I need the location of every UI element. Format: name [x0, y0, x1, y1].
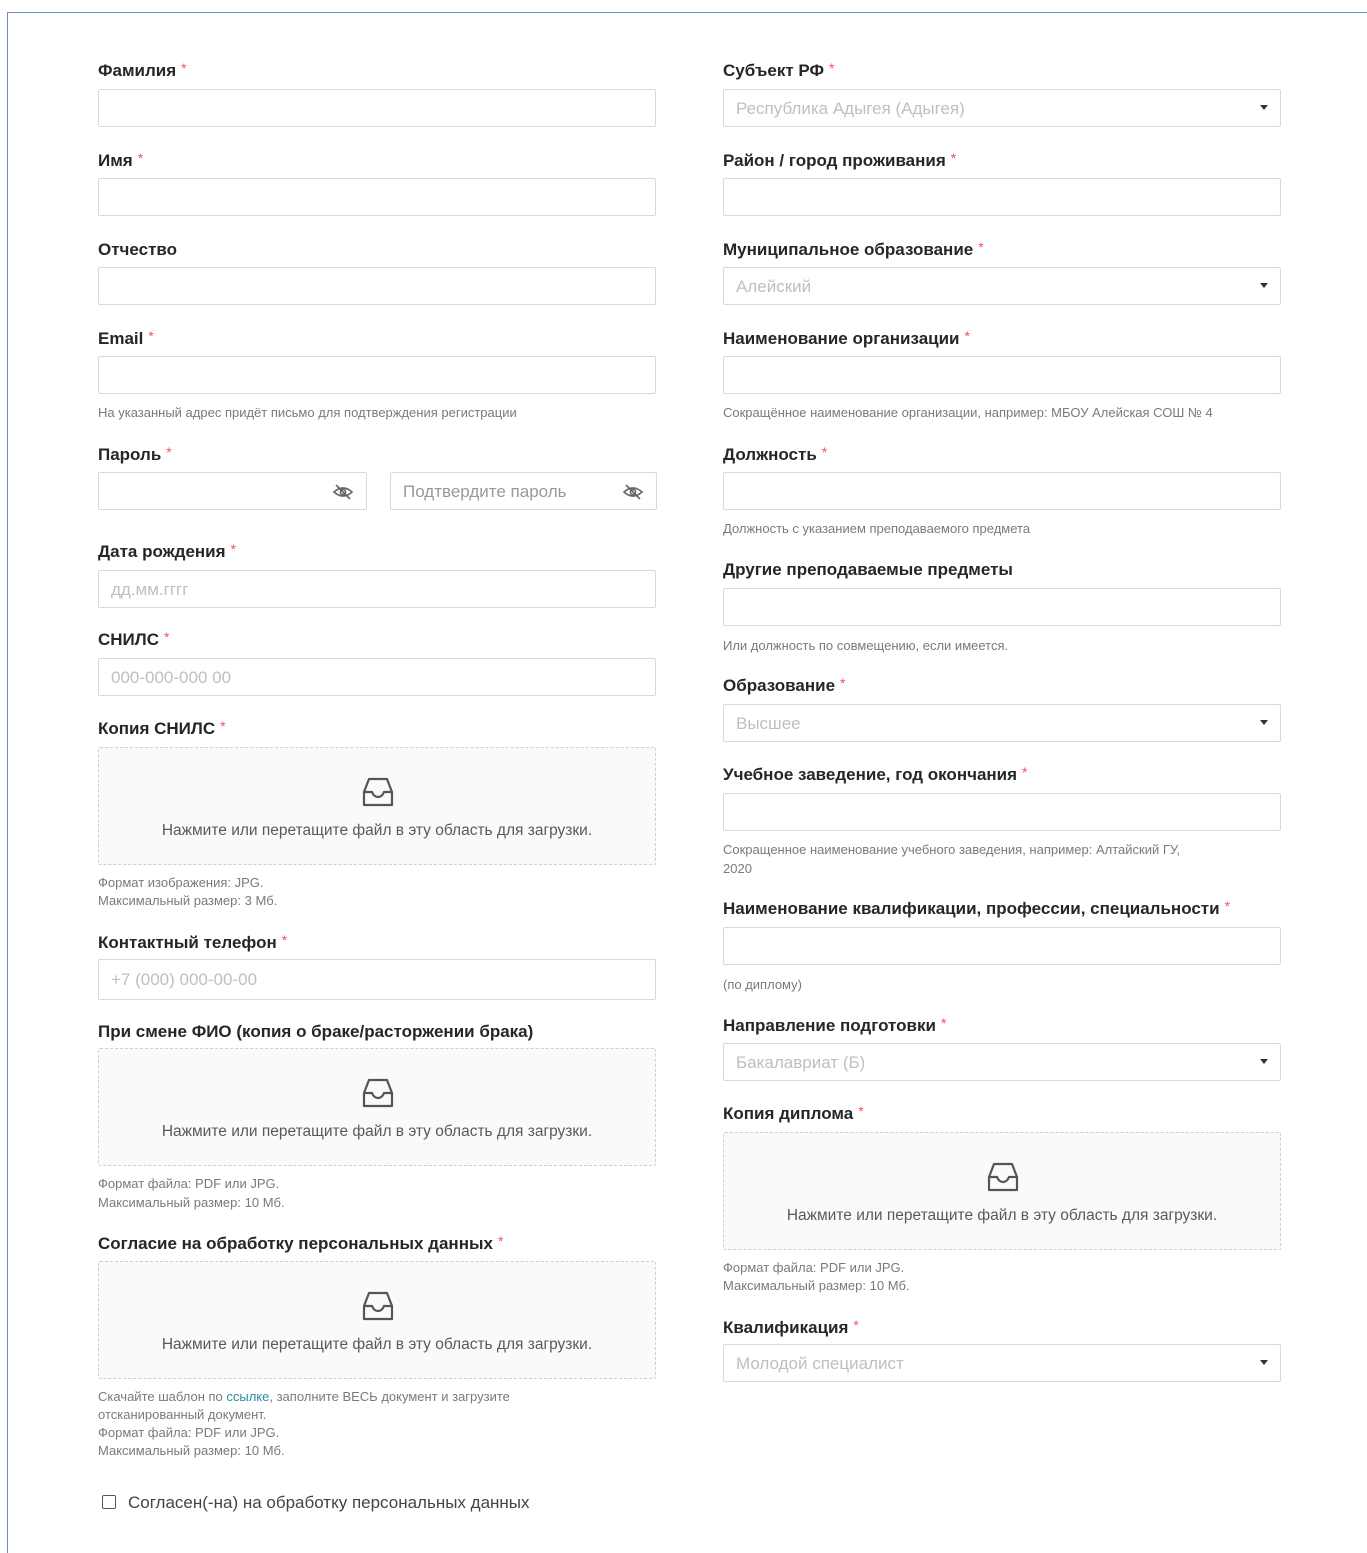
consent-checkbox-label[interactable]: Согласен(-на) на обработку персональных … [128, 1493, 530, 1513]
position-label: Должность * [723, 444, 828, 464]
snils-copy-label: Копия СНИЛС * [98, 718, 226, 738]
region-label: Субъект РФ * [723, 60, 835, 80]
snils-copy-help-format: Формат изображения: JPG. [98, 875, 264, 890]
other-subjects-label: Другие преподаваемые предметы [723, 560, 1013, 579]
name-change-upload[interactable]: Нажмите или перетащите файл в эту област… [98, 1048, 656, 1166]
inbox-icon [987, 1162, 1019, 1192]
region-select[interactable]: Республика Адыгея (Адыгея) [723, 89, 1281, 127]
qualification-label: Квалификация * [723, 1317, 859, 1337]
name-change-help-format: Формат файла: PDF или JPG. [98, 1176, 280, 1191]
institution-label: Учебное заведение, год окончания * [723, 764, 1028, 784]
other-subjects-input[interactable] [723, 588, 1281, 626]
institution-help: Сокращенное наименование учебного заведе… [723, 842, 1181, 857]
upload-hint: Нажмите или перетащите файл в эту област… [161, 1123, 593, 1140]
direction-select[interactable]: Бакалавриат (Б) [723, 1043, 1281, 1081]
qualification-name-label: Наименование квалификации, профессии, сп… [723, 898, 1231, 918]
district-label: Район / город проживания * [723, 150, 957, 170]
name-input[interactable] [98, 178, 656, 216]
patronymic-label: Отчество [98, 240, 178, 259]
email-label: Email * [98, 328, 154, 348]
birthdate-label: Дата рождения * [98, 541, 237, 561]
inbox-icon [362, 777, 394, 807]
municipality-select[interactable]: Алейский [723, 267, 1281, 305]
position-help: Должность с указанием преподаваемого пре… [723, 521, 1031, 536]
upload-hint: Нажмите или перетащите файл в эту област… [161, 822, 593, 839]
qualification-select[interactable]: Молодой специалист [723, 1344, 1281, 1382]
caret-down-icon [1260, 1059, 1268, 1064]
caret-down-icon [1260, 720, 1268, 725]
phone-input[interactable]: +7 (000) 000-00-00 [98, 959, 656, 1000]
caret-down-icon [1260, 1360, 1268, 1365]
upload-hint: Нажмите или перетащите файл в эту област… [161, 1336, 593, 1353]
org-help: Сокращённое наименование организации, на… [723, 405, 1213, 420]
upload-hint: Нажмите или перетащите файл в эту област… [786, 1207, 1218, 1224]
eye-invisible-icon[interactable] [622, 483, 644, 501]
institution-help-year: 2020 [723, 861, 752, 876]
eye-invisible-icon[interactable] [332, 483, 354, 501]
diploma-help-format: Формат файла: PDF или JPG. [723, 1260, 905, 1275]
education-select[interactable]: Высшее [723, 704, 1281, 742]
consent-label: Согласие на обработку персональных данны… [98, 1233, 504, 1253]
consent-checkbox[interactable] [102, 1495, 116, 1509]
other-subjects-help: Или должность по совмещению, если имеетс… [723, 638, 1009, 653]
consent-help-size: Максимальный размер: 10 Мб. [98, 1443, 285, 1458]
patronymic-input[interactable] [98, 267, 656, 305]
consent-help-format: Формат файла: PDF или JPG. [98, 1425, 280, 1440]
direction-label: Направление подготовки * [723, 1015, 947, 1035]
email-input[interactable] [98, 356, 656, 394]
diploma-upload[interactable]: Нажмите или перетащите файл в эту област… [723, 1132, 1281, 1250]
caret-down-icon [1260, 283, 1268, 288]
surname-input[interactable] [98, 89, 656, 127]
surname-label: Фамилия * [98, 60, 187, 80]
snils-copy-help-size: Максимальный размер: 3 Мб. [98, 893, 278, 908]
inbox-icon [362, 1078, 394, 1108]
password-label: Пароль * [98, 444, 172, 464]
diploma-help-size: Максимальный размер: 10 Мб. [723, 1278, 910, 1293]
consent-upload[interactable]: Нажмите или перетащите файл в эту област… [98, 1261, 656, 1379]
phone-label: Контактный телефон * [98, 932, 288, 952]
education-label: Образование * [723, 675, 846, 695]
qualification-name-input[interactable] [723, 927, 1281, 965]
snils-label: СНИЛС * [98, 629, 170, 649]
name-change-label: При смене ФИО (копия о браке/расторжении… [98, 1022, 534, 1041]
consent-help-template: Скачайте шаблон по ссылке, заполните ВЕС… [98, 1389, 510, 1404]
snils-copy-upload[interactable]: Нажмите или перетащите файл в эту област… [98, 747, 656, 865]
municipality-label: Муниципальное образование * [723, 239, 984, 259]
inbox-icon [362, 1291, 394, 1321]
institution-input[interactable] [723, 793, 1281, 831]
template-link[interactable]: ссылке [226, 1389, 269, 1404]
position-input[interactable] [723, 472, 1281, 510]
snils-input[interactable]: 000-000-000 00 [98, 658, 656, 696]
district-input[interactable] [723, 178, 1281, 216]
birthdate-input[interactable]: дд.мм.гггг [98, 570, 656, 608]
email-help: На указанный адрес придёт письмо для под… [98, 405, 517, 420]
diploma-label: Копия диплома * [723, 1103, 864, 1123]
password-input[interactable] [98, 472, 367, 510]
org-label: Наименование организации * [723, 328, 970, 348]
qualification-name-help: (по диплому) [723, 977, 802, 992]
name-change-help-size: Максимальный размер: 10 Мб. [98, 1195, 285, 1210]
confirm-password-input[interactable]: Подтвердите пароль [390, 472, 657, 510]
caret-down-icon [1260, 105, 1268, 110]
consent-help-scan: отсканированный документ. [98, 1407, 267, 1422]
org-input[interactable] [723, 356, 1281, 394]
name-label: Имя * [98, 150, 144, 170]
